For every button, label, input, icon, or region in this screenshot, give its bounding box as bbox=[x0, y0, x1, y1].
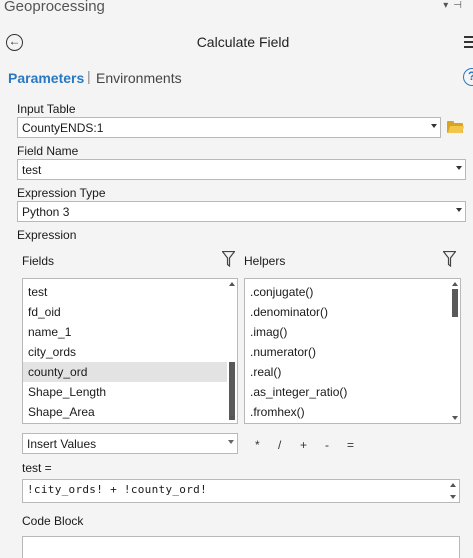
field-name-value: test bbox=[22, 163, 42, 177]
expression-type-label: Expression Type bbox=[17, 186, 106, 200]
list-item[interactable]: .real() bbox=[250, 365, 281, 379]
scroll-thumb[interactable] bbox=[452, 289, 458, 317]
filter-funnel-icon[interactable] bbox=[443, 251, 456, 267]
helpers-listbox[interactable]: .conjugate() .denominator() .imag() .num… bbox=[244, 278, 461, 424]
pane-controls[interactable]: ▾⊣ bbox=[443, 0, 467, 11]
fields-listbox[interactable]: test fd_oid name_1 city_ords county_ord … bbox=[22, 278, 238, 424]
dropdown-arrow-icon bbox=[431, 124, 437, 128]
help-icon[interactable]: ? bbox=[463, 68, 473, 86]
list-item[interactable]: .numerator() bbox=[250, 345, 316, 359]
tab-separator: | bbox=[87, 68, 91, 84]
list-item[interactable]: Shape_Length bbox=[28, 385, 106, 399]
expression-target-label: test = bbox=[22, 461, 52, 475]
list-item[interactable]: Shape_Area bbox=[28, 405, 95, 419]
input-table-label: Input Table bbox=[17, 102, 76, 116]
list-item[interactable]: .denominator() bbox=[250, 305, 328, 319]
hamburger-menu-icon[interactable] bbox=[464, 36, 473, 51]
operator-divide-button[interactable]: / bbox=[278, 438, 281, 452]
operator-equals-button[interactable]: = bbox=[347, 438, 354, 452]
scroll-down-icon[interactable] bbox=[450, 495, 456, 499]
dropdown-arrow-icon bbox=[456, 208, 462, 212]
list-item[interactable]: .conjugate() bbox=[250, 285, 313, 299]
expression-type-dropdown[interactable]: Python 3 bbox=[17, 201, 466, 222]
filter-funnel-icon[interactable] bbox=[222, 251, 235, 267]
tab-environments[interactable]: Environments bbox=[96, 70, 182, 86]
scroll-up-icon[interactable] bbox=[229, 282, 235, 286]
code-block-label: Code Block bbox=[22, 514, 84, 528]
scroll-down-icon[interactable] bbox=[229, 416, 235, 420]
list-item[interactable]: .fromhex() bbox=[250, 405, 305, 419]
list-item[interactable]: fd_oid bbox=[28, 305, 61, 319]
pane-title: Geoprocessing bbox=[4, 0, 105, 15]
back-arrow-icon[interactable]: ← bbox=[6, 34, 23, 51]
insert-mode-dropdown[interactable]: Insert Values bbox=[22, 433, 238, 454]
fields-label: Fields bbox=[22, 254, 55, 268]
input-table-dropdown[interactable]: CountyENDS:1 bbox=[17, 117, 441, 138]
helpers-label: Helpers bbox=[244, 254, 286, 268]
scroll-down-icon[interactable] bbox=[452, 416, 458, 420]
helpers-scrollbar[interactable] bbox=[450, 279, 460, 423]
tool-title: Calculate Field bbox=[196, 34, 290, 50]
scroll-up-icon[interactable] bbox=[452, 282, 458, 286]
operator-plus-button[interactable]: + bbox=[300, 438, 307, 452]
chevron-down-icon[interactable]: ▾ bbox=[443, 0, 453, 11]
tab-parameters[interactable]: Parameters bbox=[8, 70, 84, 86]
scroll-thumb[interactable] bbox=[229, 362, 235, 420]
dropdown-arrow-icon bbox=[228, 440, 234, 444]
expression-value: !city_ords! + !county_ord! bbox=[27, 483, 207, 496]
field-name-label: Field Name bbox=[17, 144, 79, 158]
field-name-dropdown[interactable]: test bbox=[17, 159, 466, 180]
input-table-value: CountyENDS:1 bbox=[22, 121, 104, 135]
list-item[interactable]: .as_integer_ratio() bbox=[250, 385, 347, 399]
operator-minus-button[interactable]: - bbox=[325, 438, 329, 452]
list-item[interactable]: city_ords bbox=[28, 345, 76, 359]
list-item-selected[interactable]: county_ord bbox=[28, 365, 87, 379]
fields-scrollbar[interactable] bbox=[227, 279, 237, 423]
dropdown-arrow-icon bbox=[456, 166, 462, 170]
list-item[interactable]: test bbox=[28, 285, 47, 299]
scroll-up-icon[interactable] bbox=[450, 483, 456, 487]
expression-label: Expression bbox=[17, 228, 77, 242]
list-item[interactable]: name_1 bbox=[28, 325, 71, 339]
expression-type-value: Python 3 bbox=[22, 205, 70, 219]
list-item[interactable]: .imag() bbox=[250, 325, 287, 339]
operator-multiply-button[interactable]: * bbox=[255, 438, 260, 452]
insert-mode-value: Insert Values bbox=[27, 437, 97, 451]
pin-icon[interactable]: ⊣ bbox=[453, 0, 467, 11]
expression-input[interactable]: !city_ords! + !county_ord! bbox=[22, 479, 460, 503]
code-block-input[interactable] bbox=[22, 536, 460, 558]
folder-open-icon[interactable] bbox=[447, 121, 465, 133]
